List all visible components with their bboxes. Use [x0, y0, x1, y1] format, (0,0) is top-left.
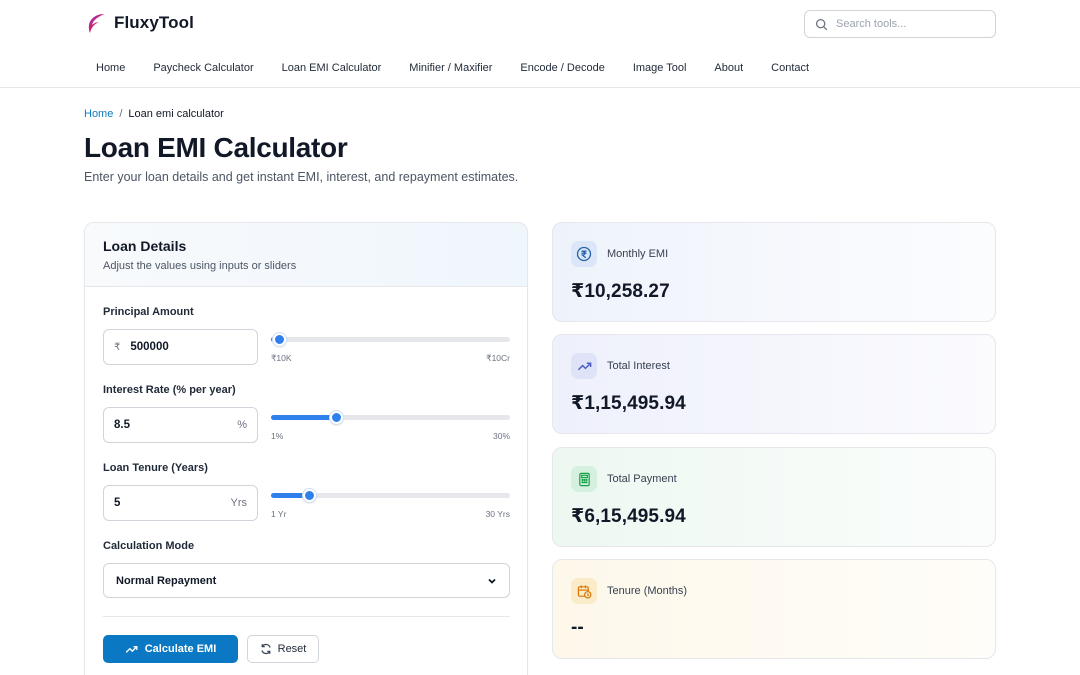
loan-details-card: Loan Details Adjust the values using inp… [84, 222, 528, 675]
slider-track [271, 411, 510, 424]
interest-rate-slider[interactable] [271, 408, 510, 428]
monthly-emi-value: ₹10,258.27 [571, 281, 670, 302]
tenure-min: 1 Yr [271, 509, 287, 519]
rupee-prefix: ₹ [114, 341, 121, 353]
nav-item-minifier-maxifier[interactable]: Minifier / Maxifier [395, 58, 506, 78]
slider-thumb[interactable] [273, 333, 287, 346]
total-interest-label: Total Interest [607, 360, 670, 372]
principal-min: ₹10K [271, 353, 292, 363]
slider-fill [271, 415, 336, 420]
nav-item-home[interactable]: Home [82, 58, 139, 78]
page-subtitle: Enter your loan details and get instant … [84, 170, 519, 184]
divider [103, 616, 510, 617]
total-interest-card: Total Interest ₹1,15,495.94 [552, 334, 996, 434]
search-icon [815, 18, 828, 30]
monthly-emi-card: Monthly EMI ₹10,258.27 [552, 222, 996, 322]
chevron-down-icon [488, 578, 496, 584]
search-box[interactable] [804, 10, 996, 38]
refresh-icon [260, 643, 271, 655]
card-subtitle: Adjust the values using inputs or slider… [103, 260, 297, 272]
brand-logo-icon [88, 14, 104, 33]
total-payment-value: ₹6,15,495.94 [571, 506, 686, 527]
tenure-months-value: -- [571, 617, 584, 638]
principal-slider[interactable] [271, 330, 510, 350]
principal-value: 500000 [130, 341, 169, 353]
card-header: Loan Details Adjust the values using inp… [85, 223, 527, 287]
interest-rate-value: 8.5 [114, 419, 130, 431]
percent-suffix: % [237, 419, 247, 431]
reset-label: Reset [277, 643, 307, 655]
calculation-mode-select[interactable]: Normal Repayment [103, 563, 510, 598]
nav-item-about[interactable]: About [700, 58, 757, 78]
rupee-icon [571, 241, 597, 267]
tenure-slider[interactable] [271, 486, 510, 506]
tenure-input[interactable]: 5 Yrs [103, 485, 258, 521]
total-payment-card: Total Payment ₹6,15,495.94 [552, 447, 996, 547]
principal-range: ₹10K ₹10Cr [271, 353, 510, 364]
breadcrumb-current: Loan emi calculator [128, 108, 224, 120]
principal-max: ₹10Cr [486, 353, 510, 363]
slider-thumb[interactable] [303, 489, 317, 502]
monthly-emi-label: Monthly EMI [607, 248, 669, 260]
nav-item-contact[interactable]: Contact [757, 58, 823, 78]
calculator-icon [571, 466, 597, 492]
top-header: FluxyTool Home Paycheck Calculator Loan … [0, 0, 1080, 88]
breadcrumb: Home / Loan emi calculator [84, 108, 224, 120]
calculate-emi-label: Calculate EMI [144, 643, 217, 655]
brand[interactable]: FluxyTool [86, 12, 194, 34]
interest-rate-input[interactable]: 8.5 % [103, 407, 258, 443]
total-interest-value: ₹1,15,495.94 [571, 393, 686, 414]
nav-item-paycheck-calculator[interactable]: Paycheck Calculator [139, 58, 267, 78]
interest-rate-min: 1% [271, 431, 284, 441]
tenure-value: 5 [114, 497, 121, 509]
interest-rate-max: 30% [492, 431, 510, 441]
tenure-max: 30 Yrs [485, 509, 510, 519]
nav-item-encode-decode[interactable]: Encode / Decode [506, 58, 618, 78]
calculation-mode-label: Calculation Mode [103, 540, 195, 552]
breadcrumb-home-link[interactable]: Home [84, 108, 113, 120]
slider-thumb[interactable] [329, 411, 343, 424]
tenure-months-card: Tenure (Months) -- [552, 559, 996, 659]
total-payment-label: Total Payment [607, 473, 677, 485]
page-title: Loan EMI Calculator [84, 132, 348, 163]
principal-input[interactable]: ₹ 500000 [103, 329, 258, 365]
search-input[interactable] [836, 18, 986, 30]
card-title: Loan Details [103, 238, 187, 254]
trend-up-icon [125, 645, 138, 653]
calculation-mode-selected: Normal Repayment [116, 574, 217, 587]
interest-rate-label: Interest Rate (% per year) [103, 384, 236, 396]
slider-track [271, 333, 510, 346]
calendar-clock-icon [571, 578, 597, 604]
reset-button[interactable]: Reset [247, 635, 319, 663]
trend-up-icon [571, 353, 597, 379]
breadcrumb-separator: / [119, 108, 123, 120]
slider-track [271, 489, 510, 502]
interest-rate-range: 1% 30% [271, 431, 510, 441]
nav-item-loan-emi-calculator[interactable]: Loan EMI Calculator [268, 58, 396, 78]
principal-label: Principal Amount [103, 306, 194, 318]
tenure-months-label: Tenure (Months) [607, 585, 688, 597]
years-suffix: Yrs [230, 497, 248, 509]
brand-name: FluxyTool [114, 13, 194, 32]
main-nav: Home Paycheck Calculator Loan EMI Calcul… [82, 58, 823, 78]
tenure-range: 1 Yr 30 Yrs [271, 509, 510, 519]
tenure-label: Loan Tenure (Years) [103, 462, 208, 474]
nav-item-image-tool[interactable]: Image Tool [619, 58, 701, 78]
calculate-emi-button[interactable]: Calculate EMI [103, 635, 238, 663]
